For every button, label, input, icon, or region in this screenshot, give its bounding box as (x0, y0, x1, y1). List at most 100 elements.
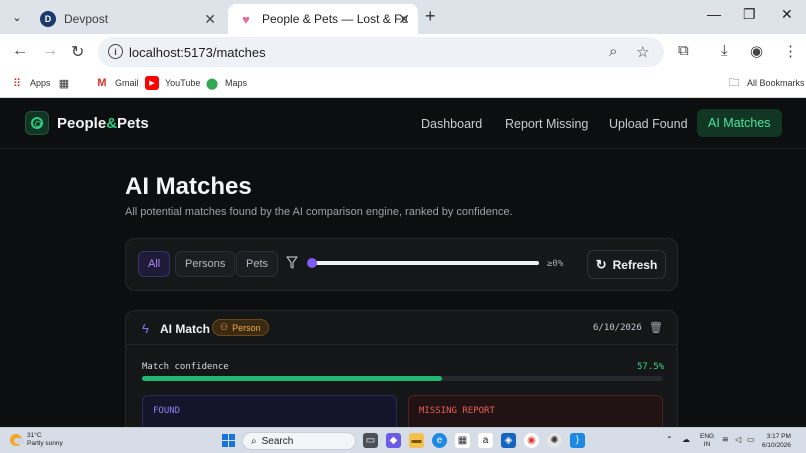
browser-toolbar: ← → ↻ i localhost:5173/matches ⌕ ☆ ⧉ ⤓ ◉… (0, 34, 806, 69)
back-button[interactable]: ← (12, 42, 28, 60)
confidence-bar (142, 376, 663, 381)
delete-trash-icon[interactable]: 🗑 (649, 321, 663, 334)
taskbar-search[interactable]: ⌕ Search (242, 432, 356, 450)
refresh-button[interactable]: ↻ Refresh (587, 250, 666, 279)
store-icon[interactable]: ▦ (455, 433, 470, 448)
confidence-slider-thumb[interactable] (307, 258, 317, 268)
forward-button[interactable]: → (42, 42, 58, 60)
tab-devpost[interactable]: D Devpost ✕ (34, 4, 224, 34)
language-indicator[interactable]: ENG IN (700, 433, 714, 449)
match-title: AI Match (160, 322, 211, 336)
url-text: localhost:5173/matches (129, 45, 266, 60)
extensions-icon[interactable]: ⧉ (678, 42, 689, 59)
bookmark-star-icon[interactable]: ☆ (636, 43, 649, 61)
bookmark-gmail[interactable]: M Gmail (95, 76, 139, 90)
tab-search-button[interactable]: ⌄ (6, 6, 28, 28)
type-badge: ⚇ Person (212, 319, 269, 336)
filter-chip-all[interactable]: All (138, 251, 171, 277)
apps-grid-icon: ⠿ (12, 77, 22, 90)
close-tab-icon[interactable]: ✕ (204, 11, 216, 28)
youtube-icon: ▶ (145, 76, 159, 90)
onedrive-icon[interactable]: ☁ (682, 435, 690, 444)
windows-taskbar: 31°C Partly sunny ⌕ Search ▭ ◆ ▬ e ▦ a ◈… (0, 427, 806, 453)
filter-chip-pets[interactable]: Pets (236, 251, 279, 277)
page-title: AI Matches (125, 173, 252, 200)
reload-button[interactable]: ↻ (71, 42, 84, 62)
profile-icon[interactable]: ◉ (750, 42, 763, 60)
partly-sunny-icon (10, 434, 24, 446)
taskbar-clock[interactable]: 3:17 PM 6/10/2026 (762, 432, 791, 450)
tab-title: People & Pets — Lost & Found Registry (262, 12, 407, 26)
download-icon[interactable]: ⤓ (721, 42, 728, 59)
close-tab-icon[interactable]: ✕ (398, 11, 410, 28)
refresh-icon: ↻ (595, 256, 607, 272)
maps-pin-icon: ⬤ (205, 77, 219, 90)
filter-bar: All Persons Pets ≥0% ↻ Refresh (125, 238, 678, 291)
app-navbar: People&Pets Dashboard Report Missing Upl… (0, 98, 806, 149)
type-badge-label: Person (232, 322, 261, 333)
tab-people-pets[interactable]: ♥ People & Pets — Lost & Found Registry … (228, 4, 418, 34)
logo-icon[interactable] (25, 111, 49, 135)
bookmark-label: YouTube (165, 78, 201, 88)
confidence-label: Match confidence (142, 362, 229, 372)
search-label: Search (261, 435, 294, 447)
site-info-icon[interactable]: i (108, 44, 123, 59)
tab-groups-button[interactable]: ▦ (57, 76, 71, 90)
volume-icon[interactable]: ◁ (735, 435, 741, 444)
address-bar[interactable]: i localhost:5173/matches ⌕ ☆ (98, 37, 664, 67)
lang-label: ENG (700, 433, 715, 440)
all-bookmarks[interactable]: 🗀 All Bookmarks (727, 76, 805, 90)
minimize-button[interactable]: — (707, 6, 721, 22)
match-date: 6/10/2026 (593, 323, 642, 333)
bookmark-label: Apps (30, 78, 51, 88)
zoom-icon[interactable]: ⌕ (609, 43, 617, 60)
edge-icon[interactable]: e (432, 433, 447, 448)
nav-dashboard[interactable]: Dashboard (421, 117, 482, 131)
bookmark-label: Gmail (115, 78, 139, 88)
brand-name[interactable]: People&Pets (57, 115, 149, 132)
confidence-bar-fill (142, 376, 442, 381)
bookmark-apps[interactable]: ⠿ Apps (10, 76, 51, 90)
battery-icon[interactable]: ▭ (747, 435, 755, 444)
clock-date: 6/10/2026 (762, 442, 791, 449)
new-tab-button[interactable]: + (425, 6, 436, 27)
confidence-value: 57.5% (637, 362, 665, 372)
chrome-icon[interactable]: ◉ (524, 433, 539, 448)
dropbox-icon[interactable]: ◈ (501, 433, 516, 448)
search-icon: ⌕ (251, 435, 257, 447)
weather-widget[interactable]: 31°C Partly sunny (10, 432, 63, 448)
people-pets-favicon-icon: ♥ (242, 11, 250, 27)
person-icon: ⚇ (220, 322, 229, 332)
missing-report-panel: MISSING REPORT (408, 395, 663, 427)
bookmark-youtube[interactable]: ▶ YouTube (145, 76, 200, 90)
restore-button[interactable]: ❐ (743, 6, 756, 23)
filter-chip-persons[interactable]: Persons (175, 251, 236, 277)
weather-text: 31°C Partly sunny (27, 432, 63, 448)
menu-icon[interactable]: ⋮ (783, 42, 798, 60)
bookmark-label: All Bookmarks (747, 78, 805, 88)
close-window-button[interactable]: ✕ (781, 6, 793, 23)
region-label: IN (703, 441, 711, 448)
bookmarks-bar: ⠿ Apps ▦ M Gmail ▶ YouTube ⬤ Maps 🗀 All … (0, 69, 806, 98)
tray-overflow-icon[interactable]: ⌃ (666, 435, 673, 444)
chatgpt-icon[interactable]: ✺ (547, 433, 562, 448)
copilot-icon[interactable]: ◆ (386, 433, 401, 448)
page-subtitle: All potential matches found by the AI co… (125, 206, 513, 218)
bookmark-maps[interactable]: ⬤ Maps (205, 76, 247, 90)
nav-report-missing[interactable]: Report Missing (505, 117, 588, 131)
amazon-icon[interactable]: a (478, 433, 493, 448)
start-windows-icon[interactable] (222, 434, 235, 447)
gmail-icon: M (97, 77, 107, 89)
task-view-icon[interactable]: ▭ (363, 433, 378, 448)
grid-icon: ▦ (58, 77, 70, 90)
nav-upload-found[interactable]: Upload Found (609, 117, 688, 131)
wifi-icon[interactable]: ≋ (722, 435, 729, 444)
bookmark-label: Maps (225, 78, 248, 88)
file-explorer-icon[interactable]: ▬ (409, 433, 424, 448)
confidence-slider[interactable] (307, 258, 539, 268)
weather-desc: Partly sunny (27, 440, 63, 447)
vscode-icon[interactable]: ⟩ (570, 433, 585, 448)
browser-tab-strip: ⌄ D Devpost ✕ ♥ People & Pets — Lost & F… (0, 0, 806, 34)
match-card: ϟ AI Match ⚇ Person 6/10/2026 🗑 Match co… (125, 310, 678, 427)
nav-ai-matches[interactable]: AI Matches (697, 109, 782, 137)
